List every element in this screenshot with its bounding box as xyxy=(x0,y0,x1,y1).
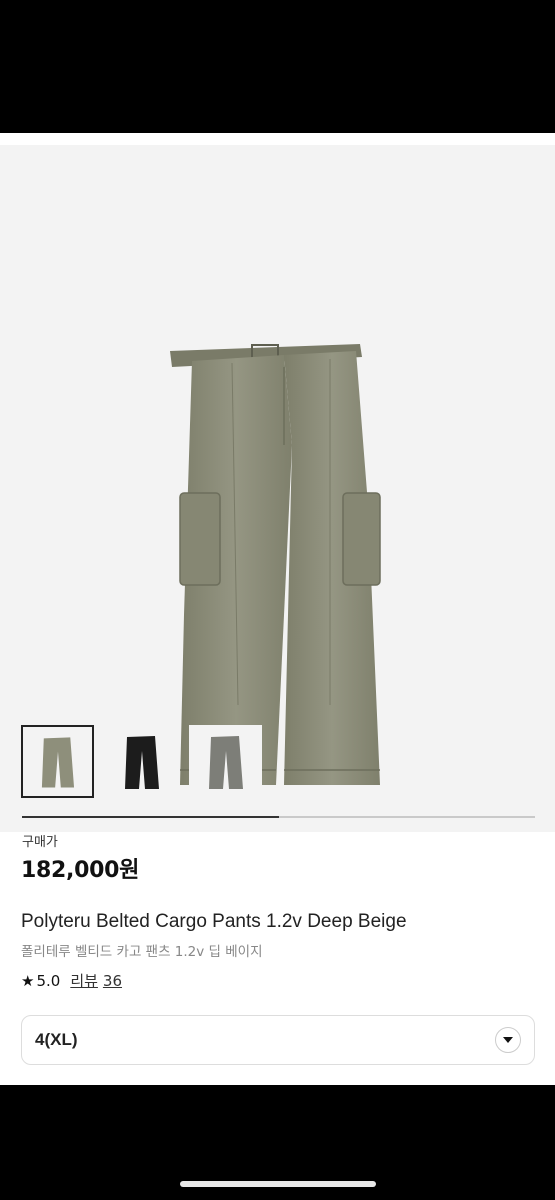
price-value: 182,000원 xyxy=(21,858,140,883)
product-page: 구매가 182,000원 Polyteru Belted Cargo Pants… xyxy=(0,133,555,1085)
rating-score: 5.0 xyxy=(36,971,61,990)
pants-icon xyxy=(209,736,243,789)
product-title: Polyteru Belted Cargo Pants 1.2v Deep Be… xyxy=(21,911,407,932)
pants-icon xyxy=(41,737,75,788)
product-title-korean: 폴리테루 벨티드 카고 팬츠 1.2v 딥 베이지 xyxy=(21,944,263,960)
reviews-link[interactable]: 리뷰 36 xyxy=(70,970,122,991)
dropdown-button[interactable] xyxy=(495,1027,521,1053)
rating-row: ★ 5.0 리뷰 36 xyxy=(21,970,122,991)
size-option-value: 4(XL) xyxy=(35,1030,78,1049)
thumbnail-black[interactable] xyxy=(105,725,178,798)
star-icon: ★ xyxy=(21,971,35,990)
chevron-down-icon xyxy=(503,1037,513,1043)
reviews-count: 36 xyxy=(102,972,123,990)
size-option-select[interactable]: 4(XL) xyxy=(21,1015,535,1065)
thumbnail-deep-beige[interactable] xyxy=(21,725,94,798)
status-bar-area xyxy=(0,0,555,133)
carousel-progress-fill xyxy=(22,816,279,818)
thumbnail-gray[interactable] xyxy=(189,725,262,798)
thumbnail-strip xyxy=(21,725,262,799)
carousel-progress-track xyxy=(22,816,535,818)
pants-icon xyxy=(125,736,159,789)
reviews-label: 리뷰 xyxy=(70,972,98,990)
price-label: 구매가 xyxy=(22,835,58,850)
home-indicator[interactable] xyxy=(180,1181,376,1187)
